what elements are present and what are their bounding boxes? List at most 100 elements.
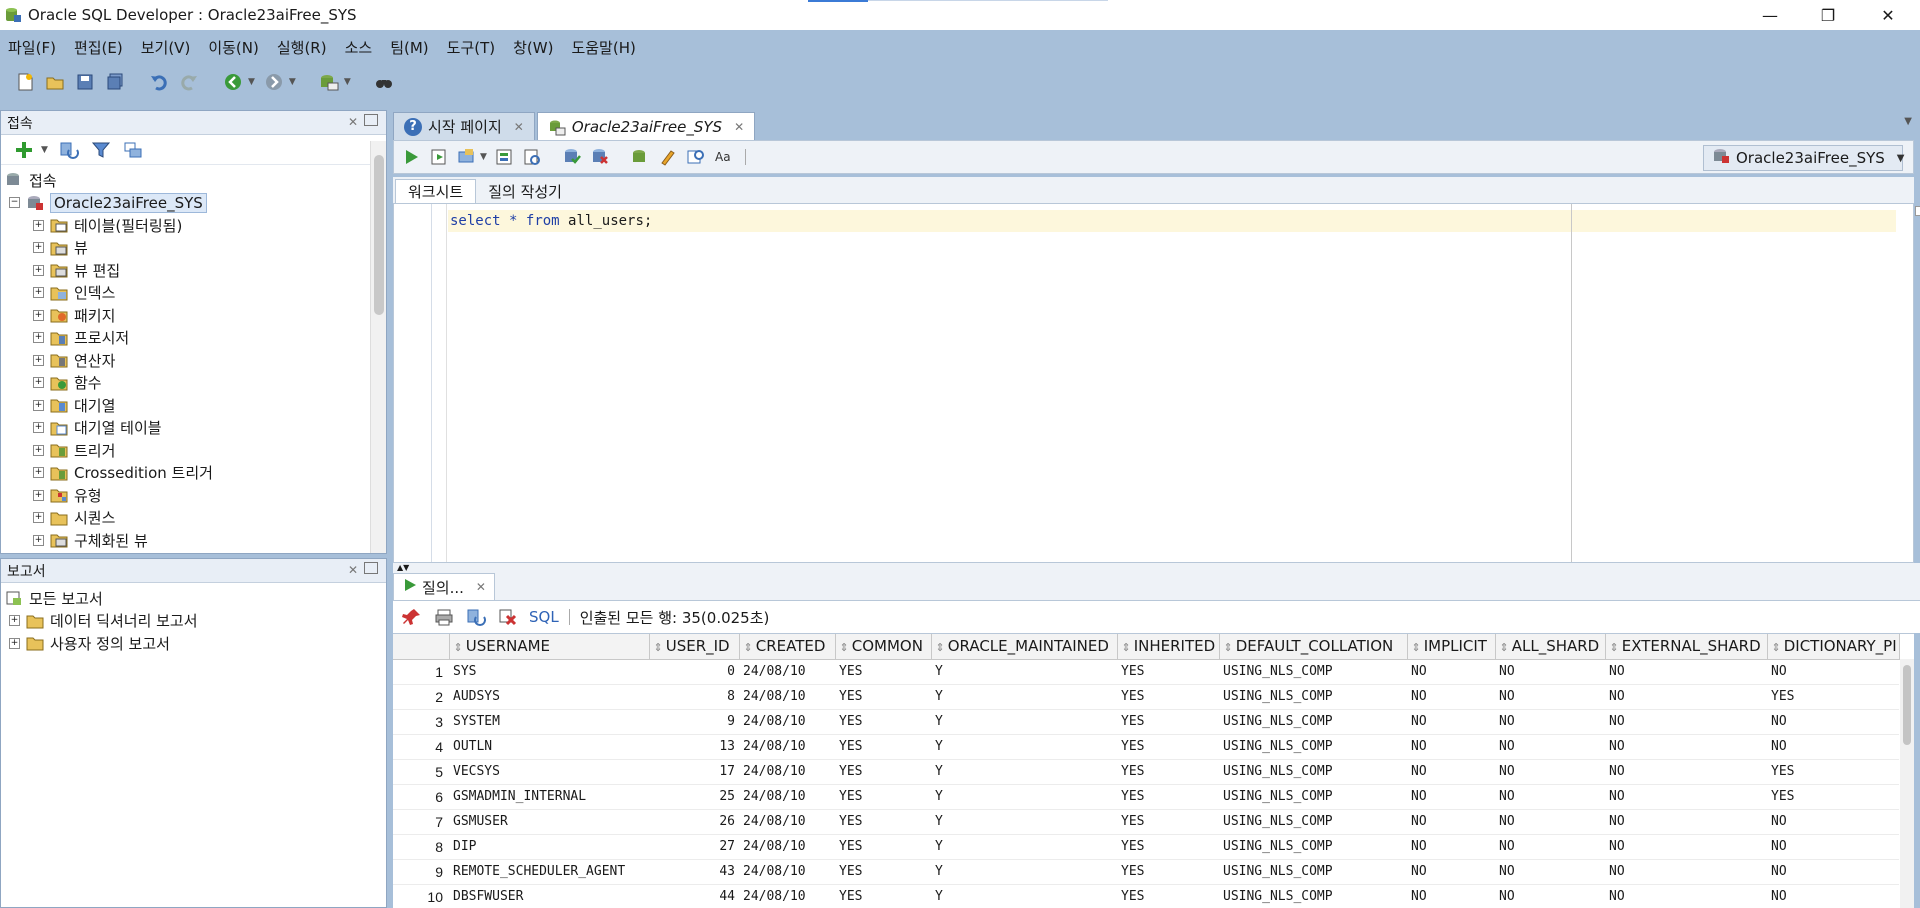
column-header[interactable]: ⇕ USERNAME [449, 634, 650, 660]
menu-window[interactable]: 창(W) [513, 37, 553, 58]
schema-browser-icon[interactable] [122, 139, 144, 161]
table-cell[interactable]: YES [1117, 784, 1219, 810]
table-row[interactable]: 8 DIP 27 24/08/10 YES Y YES USING_NLS_COMP NO NO N… [393, 834, 1899, 860]
table-cell[interactable]: Y [931, 784, 1117, 810]
table-cell[interactable]: NO [1495, 759, 1605, 785]
editor-results-splitter[interactable]: ▲▼ [393, 563, 1920, 573]
table-row[interactable]: 7 GSMUSER 26 24/08/10 YES Y YES USING_NLS_COMP N… [393, 809, 1899, 835]
tree-root-reports[interactable]: 모든 보고서 [1, 587, 386, 610]
minimize-button[interactable]: — [1742, 0, 1798, 30]
table-cell[interactable]: REMOTE_SCHEDULER_AGENT [449, 859, 649, 885]
table-cell[interactable]: 9 [649, 709, 739, 735]
column-header[interactable]: ⇕ EXTERNAL_SHARD [1605, 634, 1768, 660]
sql-worksheet-icon[interactable] [318, 71, 340, 93]
table-cell[interactable]: USING_NLS_COMP [1219, 784, 1407, 810]
table-cell[interactable]: NO [1407, 859, 1495, 885]
table-cell[interactable]: Y [931, 734, 1117, 760]
table-cell[interactable]: 44 [649, 884, 739, 908]
redo-icon[interactable] [178, 71, 200, 93]
table-cell[interactable]: NO [1767, 859, 1899, 885]
save-icon[interactable] [74, 71, 96, 93]
table-cell[interactable]: 43 [649, 859, 739, 885]
chevron-down-icon[interactable]: ▼ [480, 152, 487, 162]
table-cell[interactable]: YES [1767, 759, 1899, 785]
expand-icon[interactable]: + [33, 354, 44, 366]
pin-icon[interactable] [401, 606, 423, 628]
add-connection-icon[interactable] [13, 139, 35, 161]
sql-editor[interactable]: select * from all_users; [393, 203, 1920, 563]
table-cell[interactable]: NO [1407, 809, 1495, 835]
table-cell[interactable]: YES [1117, 684, 1219, 710]
table-cell[interactable]: Y [931, 859, 1117, 885]
table-cell[interactable]: AUDSYS [449, 684, 649, 710]
chevron-down-icon[interactable]: ▼ [1904, 116, 1912, 127]
column-header[interactable]: ⇕ DEFAULT_COLLATION [1219, 634, 1408, 660]
tab-start-page[interactable]: ? 시작 페이지 ✕ [393, 112, 535, 140]
table-cell[interactable]: NO [1495, 659, 1605, 685]
menu-help[interactable]: 도움말(H) [571, 37, 635, 58]
tab-worksheet-editor[interactable]: 워크시트 [395, 179, 477, 203]
table-cell[interactable]: YES [1117, 834, 1219, 860]
table-cell[interactable]: YES [835, 859, 931, 885]
table-cell[interactable]: USING_NLS_COMP [1219, 759, 1407, 785]
menu-file[interactable]: 파일(F) [8, 37, 56, 58]
table-cell[interactable]: Y [931, 709, 1117, 735]
table-cell[interactable]: NO [1495, 709, 1605, 735]
expand-icon[interactable]: + [33, 467, 44, 479]
table-cell[interactable]: YES [835, 784, 931, 810]
table-cell[interactable]: 24/08/10 [739, 709, 835, 735]
table-cell[interactable]: GSMADMIN_INTERNAL [449, 784, 649, 810]
menu-navigate[interactable]: 이동(N) [208, 37, 259, 58]
table-cell[interactable]: Y [931, 684, 1117, 710]
table-row[interactable]: 5 VECSYS 17 24/08/10 YES Y YES USING_NLS_COMP NO… [393, 759, 1899, 785]
table-row[interactable]: 2 AUDSYS 8 24/08/10 YES Y YES USING_NLS_COMP NO N… [393, 684, 1899, 710]
new-icon[interactable] [14, 71, 36, 93]
table-cell[interactable]: 8 [649, 684, 739, 710]
table-row[interactable]: 10 DBSFWUSER 44 24/08/10 YES Y YES USING_NLS_CO… [393, 884, 1899, 908]
tree-item[interactable]: + 유형 [1, 484, 386, 507]
table-cell[interactable]: NO [1407, 834, 1495, 860]
table-cell[interactable]: YES [835, 684, 931, 710]
table-cell[interactable]: NO [1407, 734, 1495, 760]
scrollbar-thumb[interactable] [1903, 665, 1911, 745]
tree-item[interactable]: + 패키지 [1, 304, 386, 327]
tree-item[interactable]: + 테이블(필터링됨) [1, 214, 386, 237]
column-header[interactable]: ⇕ CREATED [739, 634, 836, 660]
explain-plan-icon[interactable] [493, 146, 515, 168]
tab-query-builder[interactable]: 질의 작성기 [476, 179, 574, 203]
tree-item[interactable]: + 인덱스 [1, 282, 386, 305]
table-cell[interactable]: NO [1767, 834, 1899, 860]
expand-icon[interactable]: + [33, 512, 44, 524]
table-cell[interactable]: NO [1407, 759, 1495, 785]
clear-icon[interactable] [657, 146, 679, 168]
table-row[interactable]: 3 SYSTEM 9 24/08/10 YES Y YES USING_NLS_COMP NO N… [393, 709, 1899, 735]
tree-connection[interactable]: − Oracle23aiFree_SYS [1, 192, 386, 215]
table-cell[interactable]: NO [1407, 659, 1495, 685]
tree-item[interactable]: + 프로시저 [1, 327, 386, 350]
close-icon[interactable]: ✕ [734, 120, 744, 134]
table-cell[interactable]: YES [1767, 784, 1899, 810]
column-header[interactable]: ⇕ DICTIONARY_PI [1767, 634, 1900, 660]
table-cell[interactable]: YES [1117, 709, 1219, 735]
table-cell[interactable]: 26 [649, 809, 739, 835]
tab-worksheet[interactable]: Oracle23aiFree_SYS ✕ [536, 112, 756, 140]
table-cell[interactable]: 27 [649, 834, 739, 860]
table-cell[interactable]: NO [1495, 834, 1605, 860]
results-scrollbar[interactable] [1900, 659, 1914, 908]
tree-item[interactable]: + 트리거 [1, 439, 386, 462]
table-cell[interactable]: NO [1605, 659, 1767, 685]
column-header[interactable]: ⇕ COMMON [835, 634, 932, 660]
tree-root-connections[interactable]: 접속 [1, 169, 386, 192]
table-row[interactable]: 6 GSMADMIN_INTERNAL 25 24/08/10 YES Y YES USING… [393, 784, 1899, 810]
print-icon[interactable] [433, 606, 455, 628]
table-cell[interactable]: NO [1767, 709, 1899, 735]
tree-item[interactable]: + 대기열 테이블 [1, 417, 386, 440]
table-cell[interactable]: NO [1767, 734, 1899, 760]
table-cell[interactable]: NO [1407, 684, 1495, 710]
tree-item[interactable]: + 연산자 [1, 349, 386, 372]
table-cell[interactable]: NO [1605, 834, 1767, 860]
table-cell[interactable]: 24/08/10 [739, 834, 835, 860]
table-cell[interactable]: NO [1495, 884, 1605, 908]
rollback-icon[interactable] [589, 146, 611, 168]
table-cell[interactable]: YES [1117, 659, 1219, 685]
